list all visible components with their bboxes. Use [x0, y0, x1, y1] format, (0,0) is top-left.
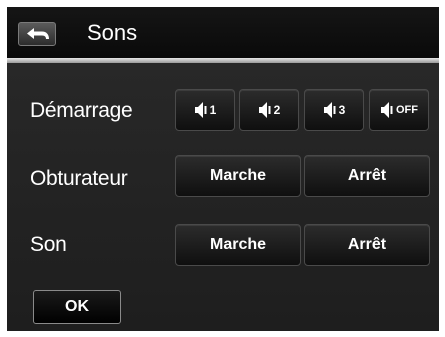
obturateur-marche-button[interactable]: Marche: [175, 155, 301, 197]
speaker-icon: [381, 102, 393, 118]
son-marche-button[interactable]: Marche: [175, 224, 301, 266]
camera-menu-screen: Sons Démarrage 1 2 3 OFF Obturateur Marc…: [7, 7, 439, 331]
header-divider: [7, 58, 439, 63]
back-button[interactable]: [18, 22, 56, 46]
speaker-icon: [258, 102, 271, 118]
startup-volume-2-button[interactable]: 2: [239, 89, 299, 131]
son-label: Son: [30, 233, 67, 256]
obturateur-arret-button[interactable]: Arrêt: [304, 155, 430, 197]
menu-header: Sons: [7, 7, 439, 58]
ok-button[interactable]: OK: [33, 290, 121, 324]
speaker-icon: [194, 102, 207, 118]
speaker-icon: [323, 102, 336, 118]
startup-volume-off-button[interactable]: OFF: [369, 89, 429, 131]
startup-volume-3-button[interactable]: 3: [304, 89, 364, 131]
son-arret-button[interactable]: Arrêt: [304, 224, 430, 266]
back-arrow-icon: [27, 28, 49, 39]
page-title: Sons: [87, 20, 138, 45]
demarrage-label: Démarrage: [30, 99, 133, 122]
startup-volume-1-button[interactable]: 1: [175, 89, 235, 131]
obturateur-label: Obturateur: [30, 167, 128, 190]
